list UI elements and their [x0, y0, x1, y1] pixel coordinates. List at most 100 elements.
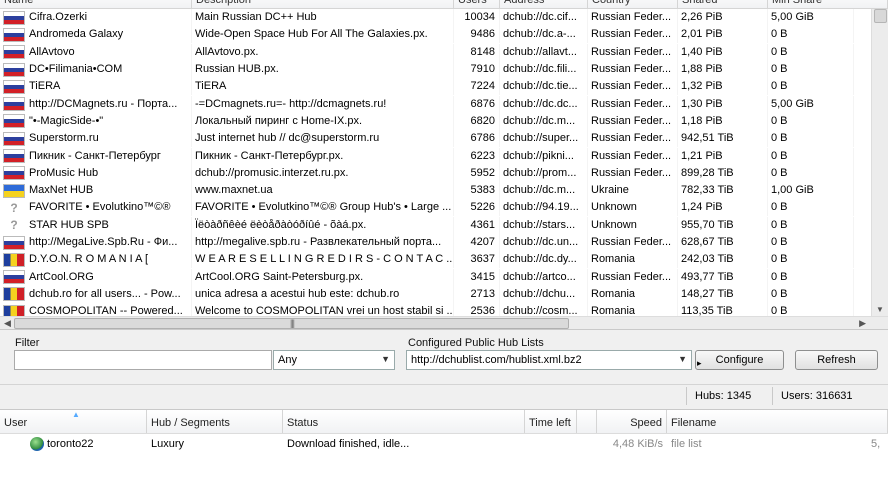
hub-address: dchub://artco... — [500, 268, 588, 286]
col-header-time-left[interactable]: Time left — [525, 410, 577, 433]
hub-min-share: 0 B — [768, 112, 854, 130]
col-header-address[interactable]: Address — [500, 0, 588, 8]
hub-country: Russian Feder... — [588, 164, 678, 182]
hub-country: Russian Feder... — [588, 61, 678, 79]
col-header-user[interactable]: ▲ User — [0, 410, 147, 433]
hub-row[interactable]: http://DCMagnets.ru - Порта... -=DCmagnet… — [0, 95, 864, 113]
hub-description: www.maxnet.ua — [192, 182, 454, 200]
hub-row[interactable]: MaxNet HUB www.maxnet.ua 5383 dchub://dc.m.… — [0, 182, 864, 200]
hubs-count: Hubs: 1345 — [686, 387, 772, 405]
configure-button-label: Configure — [715, 354, 764, 366]
hub-row[interactable]: ArtCool.ORG ArtCool.ORG Saint-Petersburg.… — [0, 268, 864, 286]
col-header-description[interactable]: Description — [192, 0, 454, 8]
hub-description: Ïëòàðñêèé ëèòåðàòóðíûé - õàá.px. — [192, 216, 454, 234]
hub-address: dchub://pikni... — [500, 147, 588, 165]
hub-users: 7910 — [454, 61, 500, 79]
hub-row[interactable]: D.Y.O.N. R O M A N I A [W E A R E S E L … — [0, 251, 864, 269]
scroll-down-arrow-icon[interactable]: ▼ — [876, 305, 884, 314]
col-header-blank[interactable] — [577, 410, 597, 433]
hub-users: 10034 — [454, 9, 500, 27]
col-header-status[interactable]: Status — [283, 410, 525, 433]
flag-icon — [3, 114, 25, 129]
hub-row[interactable]: DC•Filimania•COM Russian HUB.px. 7910 dchub… — [0, 61, 864, 79]
filter-field-select[interactable]: Any ▼ — [273, 350, 395, 370]
hub-description: Russian HUB.px. — [192, 61, 454, 79]
hub-users: 3637 — [454, 251, 500, 269]
col-header-filename[interactable]: Filename — [667, 410, 888, 433]
hub-country: Russian Feder... — [588, 234, 678, 251]
hub-row[interactable]: ? STAR HUB SPB Ïëòàðñêèé ëèòåðàòóðíûé - õà… — [0, 216, 864, 234]
refresh-button[interactable]: Refresh — [795, 350, 878, 370]
hub-shared: 2,01 PiB — [678, 26, 768, 44]
hublists-label: Configured Public Hub Lists — [408, 337, 544, 349]
hub-description: Локальный пиринг с Home-IX.px. — [192, 112, 454, 130]
col-header-name[interactable]: Name — [0, 0, 192, 8]
hub-users: 4207 — [454, 234, 500, 251]
flag-icon — [3, 235, 25, 250]
hub-row[interactable]: Cifra.Ozerki Main Russian DC++ Hub 10034 dc… — [0, 9, 864, 27]
hub-row[interactable]: dchub.ro for all users... - Pow... unica … — [0, 285, 864, 303]
hub-shared: 148,27 TiB — [678, 285, 768, 303]
col-header-country[interactable]: Country — [588, 0, 678, 8]
horizontal-scrollbar[interactable]: ◀ ||| ▶ — [0, 316, 888, 329]
transfer-filename: file list — [671, 438, 702, 450]
hub-address: dchub://dc.m... — [500, 182, 588, 200]
col-header-shared[interactable]: Shared — [678, 0, 768, 8]
flag-icon — [3, 62, 25, 77]
hub-name: DC•Filimania•COM — [0, 61, 192, 79]
hub-row[interactable]: ? FAVORITE • Evolutkino™©® FAVORITE • Evol… — [0, 199, 864, 217]
hub-shared: 955,70 TiB — [678, 216, 768, 234]
hub-description: W E A R E S E L L I N G R E D I R S - C … — [192, 251, 454, 269]
flag-icon — [3, 166, 25, 181]
hub-description: ArtCool.ORG Saint-Petersburg.px. — [192, 268, 454, 286]
hub-description: dchub://promusic.interzet.ru.px. — [192, 164, 454, 182]
flag-icon — [3, 45, 25, 60]
transfer-row[interactable]: toronto22 Luxury Download finished, idle… — [0, 434, 888, 454]
hub-row[interactable]: Пикник - Санкт-Петербург Пикник - Санкт-П… — [0, 147, 864, 165]
hub-row[interactable]: http://MegaLive.Spb.Ru - Фи... http://meg… — [0, 234, 864, 251]
hub-shared: 1,40 PiB — [678, 43, 768, 61]
hub-min-share: 0 B — [768, 130, 854, 148]
transfer-user: toronto22 — [0, 437, 147, 451]
hub-description: AllAvtovo.px. — [192, 43, 454, 61]
hub-min-share: 0 B — [768, 216, 854, 234]
hub-users: 3415 — [454, 268, 500, 286]
horizontal-scroll-thumb[interactable]: ||| — [14, 318, 569, 329]
col-header-speed[interactable]: Speed — [597, 410, 667, 433]
transfer-speed: 4,48 KiB/s — [612, 438, 663, 450]
filter-input[interactable] — [14, 350, 272, 370]
col-header-users[interactable]: Users — [454, 0, 500, 8]
hub-country: Romania — [588, 251, 678, 269]
hub-name: ? FAVORITE • Evolutkino™©® — [0, 199, 192, 217]
transfers-table-header: ▲ User Hub / Segments Status Time left S… — [0, 410, 888, 434]
hub-country: Unknown — [588, 216, 678, 234]
refresh-button-label: Refresh — [817, 354, 856, 366]
hub-users: 5226 — [454, 199, 500, 217]
configure-button[interactable]: ▸ Configure — [695, 350, 784, 370]
scroll-right-arrow-icon[interactable]: ▶ — [859, 318, 866, 329]
vertical-scrollbar[interactable]: ▼ — [871, 9, 888, 317]
hub-row[interactable]: Andromeda Galaxy Wide-Open Space Hub For … — [0, 26, 864, 44]
hub-address: dchub://super... — [500, 130, 588, 148]
hub-row[interactable]: TiERA TiERA 7224 dchub://dc.tie... Russian F… — [0, 78, 864, 96]
hub-name: Пикник - Санкт-Петербург — [0, 147, 192, 165]
hub-row[interactable]: "•-MagicSide-•" Локальный пиринг с Home-I… — [0, 112, 864, 130]
scroll-left-arrow-icon[interactable]: ◀ — [4, 318, 11, 329]
hub-country: Russian Feder... — [588, 268, 678, 286]
hub-row[interactable]: Superstorm.ru Just internet hub // dc@sup… — [0, 130, 864, 148]
hub-description: Just internet hub // dc@superstorm.ru — [192, 130, 454, 148]
globe-icon — [30, 437, 44, 451]
vertical-scroll-thumb[interactable] — [874, 9, 887, 23]
hub-users: 6223 — [454, 147, 500, 165]
hub-row[interactable]: AllAvtovo AllAvtovo.px. 8148 dchub://allavt… — [0, 43, 864, 61]
hub-name: ArtCool.ORG — [0, 268, 192, 286]
hub-address: dchub://dchu... — [500, 285, 588, 303]
hub-shared: 899,28 TiB — [678, 164, 768, 182]
hub-description: http://megalive.spb.ru - Развлекательный… — [192, 234, 454, 251]
hub-row[interactable]: ProMusic Hub dchub://promusic.interzet.ru… — [0, 164, 864, 182]
col-header-hub-segments[interactable]: Hub / Segments — [147, 410, 283, 433]
hublist-select[interactable]: http://dchublist.com/hublist.xml.bz2 ▼ — [406, 350, 692, 370]
hub-min-share: 0 B — [768, 251, 854, 269]
hub-address: dchub://prom... — [500, 164, 588, 182]
col-header-min-share[interactable]: Min Share — [768, 0, 888, 8]
